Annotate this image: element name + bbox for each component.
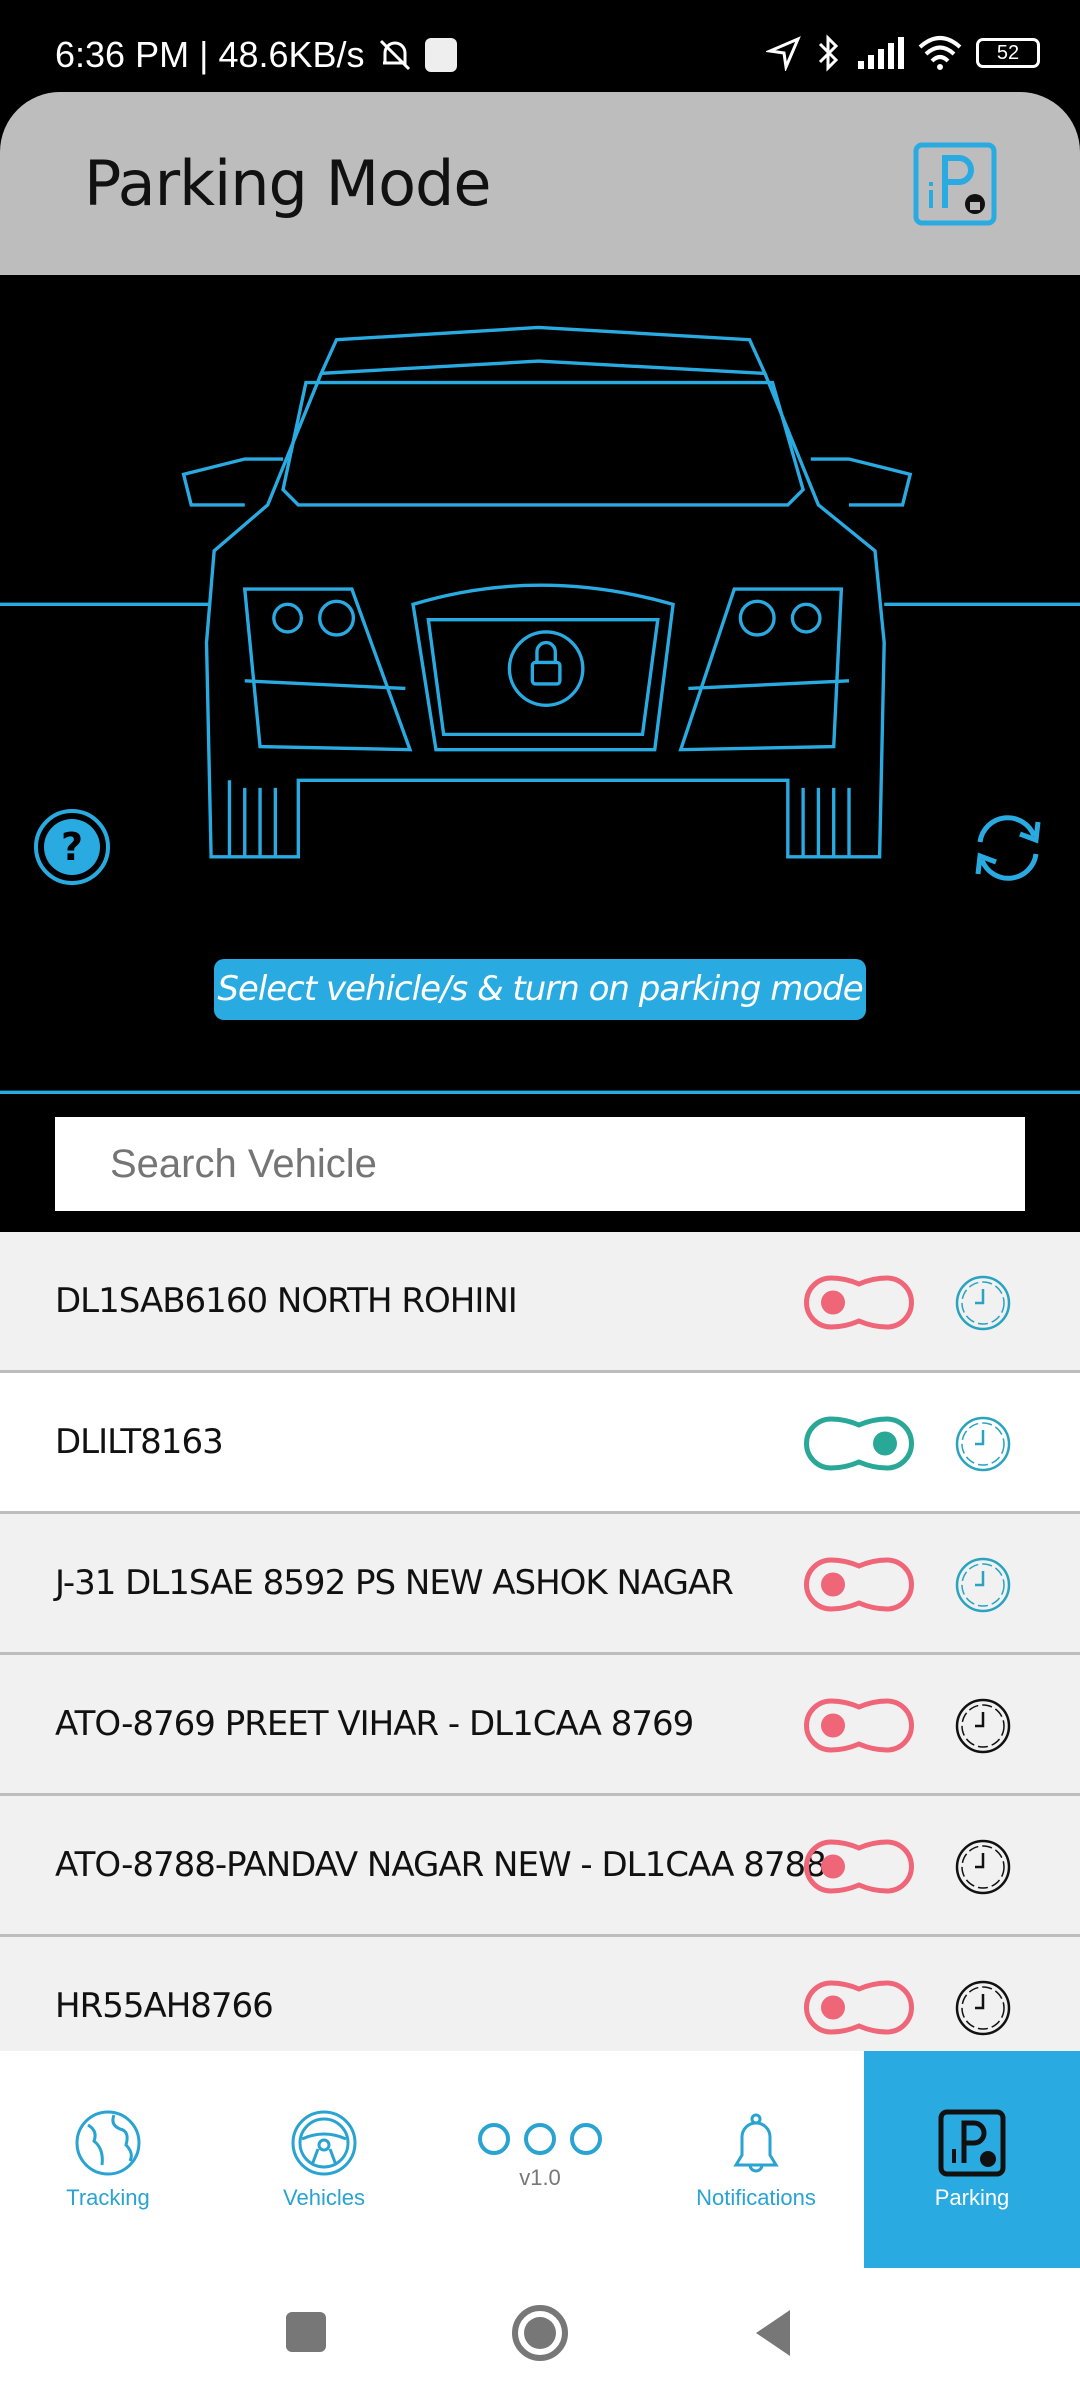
nav-parking[interactable]: Parking (864, 2051, 1080, 2268)
toggle-knob (821, 1995, 845, 2020)
separator: | (199, 34, 209, 75)
schedule-clock-icon[interactable] (955, 1980, 1011, 2036)
instruction-banner: Select vehicle/s & turn on parking mode (214, 959, 866, 1020)
bottom-nav: Tracking Vehicles v1.0 Notifications Par… (0, 2051, 1080, 2268)
system-nav-bar (0, 2268, 1080, 2400)
vehicle-row[interactable]: J-31 DL1SAE 8592 PS NEW ASHOK NAGAR (0, 1514, 1080, 1655)
bell-muted-icon (379, 39, 410, 71)
status-bar: 6:36 PM | 48.6KB/s 52 (0, 0, 1080, 92)
recents-button[interactable] (286, 2312, 326, 2352)
vehicle-name: ATO-8788-PANDAV NAGAR NEW - DL1CAA 8788 (55, 1845, 827, 1885)
notification-square-icon (424, 38, 457, 72)
help-icon[interactable]: ? (33, 808, 111, 886)
parking-toggle[interactable] (803, 1416, 915, 1471)
parking-lock-icon[interactable] (913, 142, 997, 226)
car-illustration (0, 325, 1080, 1095)
home-button[interactable] (512, 2305, 568, 2361)
nav-more[interactable]: v1.0 (432, 2051, 648, 2268)
schedule-clock-icon[interactable] (955, 1698, 1011, 1754)
nav-label: Parking (934, 2184, 1010, 2210)
toggle-knob (821, 1713, 845, 1738)
nav-notifications[interactable]: Notifications (648, 2051, 864, 2268)
vehicle-name: ATO-8769 PREET VIHAR - DL1CAA 8769 (55, 1704, 694, 1744)
toggle-knob (873, 1431, 897, 1456)
parking-icon (938, 2109, 1006, 2176)
vehicle-row[interactable]: HR55AH8766 (0, 1937, 1080, 2051)
schedule-clock-icon[interactable] (955, 1839, 1011, 1895)
steering-wheel-icon (291, 2110, 357, 2175)
signal-icon (858, 37, 904, 69)
parking-toggle[interactable] (803, 1980, 915, 2035)
battery-level: 52 (996, 42, 1020, 64)
toggle-knob (821, 1854, 845, 1879)
vehicle-row[interactable]: ATO-8788-PANDAV NAGAR NEW - DL1CAA 8788 (0, 1796, 1080, 1937)
vehicle-name: DLILT8163 (55, 1422, 224, 1462)
nav-label: Tracking (66, 2184, 150, 2210)
vehicle-name: J-31 DL1SAE 8592 PS NEW ASHOK NAGAR (55, 1563, 734, 1603)
vehicle-list[interactable]: DL1SAB6160 NORTH ROHINI DLILT8163 J-31 D… (0, 1232, 1080, 2051)
vehicle-name: HR55AH8766 (55, 1986, 274, 2026)
globe-icon (75, 2110, 141, 2175)
back-button[interactable] (752, 2308, 792, 2358)
bell-icon (733, 2113, 779, 2172)
app-header: Parking Mode (0, 92, 1080, 275)
more-dots-icon (478, 2123, 602, 2155)
parking-toggle[interactable] (803, 1698, 915, 1753)
battery-icon: 52 (976, 38, 1040, 68)
vehicle-name: DL1SAB6160 NORTH ROHINI (55, 1281, 518, 1321)
bluetooth-icon (818, 34, 839, 72)
nav-tracking[interactable]: Tracking (0, 2051, 216, 2268)
nav-label: Vehicles (283, 2184, 365, 2210)
parking-toggle[interactable] (803, 1275, 915, 1330)
wifi-icon (918, 36, 962, 70)
schedule-clock-icon[interactable] (955, 1275, 1011, 1331)
parking-toggle[interactable] (803, 1557, 915, 1612)
version-label: v1.0 (519, 2165, 561, 2190)
svg-text:?: ? (61, 825, 83, 869)
schedule-clock-icon[interactable] (955, 1557, 1011, 1613)
vehicle-row[interactable]: ATO-8769 PREET VIHAR - DL1CAA 8769 (0, 1655, 1080, 1796)
parking-toggle[interactable] (803, 1839, 915, 1894)
location-icon (766, 36, 801, 71)
toggle-knob (821, 1572, 845, 1597)
car-hero: ? Select vehicle/s & turn on parking mod… (0, 275, 1080, 1232)
refresh-icon[interactable] (968, 808, 1048, 888)
net-speed: 48.6KB/s (218, 34, 365, 75)
vehicle-row[interactable]: DL1SAB6160 NORTH ROHINI (0, 1232, 1080, 1373)
schedule-clock-icon[interactable] (955, 1416, 1011, 1472)
toggle-knob (821, 1290, 845, 1315)
status-time: 6:36 PM (55, 34, 190, 75)
vehicle-row[interactable]: DLILT8163 (0, 1373, 1080, 1514)
nav-vehicles[interactable]: Vehicles (216, 2051, 432, 2268)
search-input[interactable] (55, 1117, 1025, 1211)
nav-label: Notifications (696, 2184, 816, 2210)
page-title: Parking Mode (84, 147, 491, 220)
